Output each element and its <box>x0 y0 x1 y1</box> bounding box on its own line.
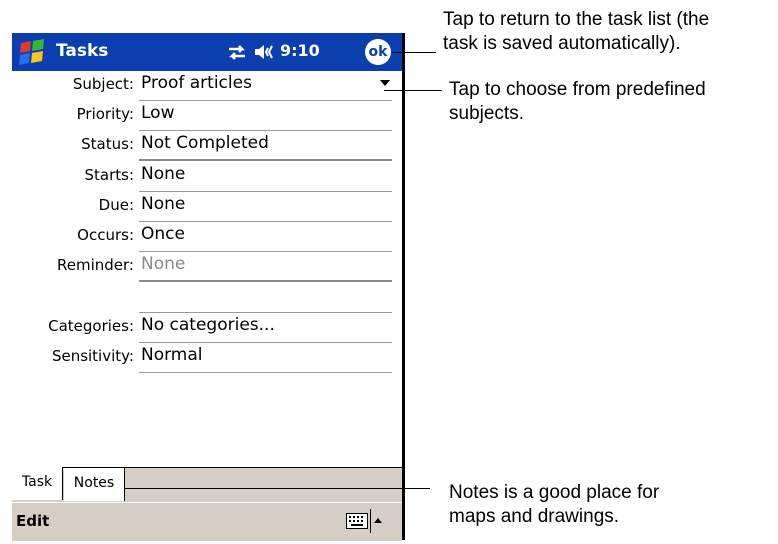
field-status[interactable]: Status: Not Completed <box>12 131 392 161</box>
sip-up-arrow-icon[interactable] <box>374 518 382 523</box>
menu-bar: Edit <box>12 502 402 541</box>
ok-button[interactable]: ok <box>365 39 391 65</box>
field-underline <box>139 280 392 282</box>
field-priority[interactable]: Priority: Low <box>12 101 392 131</box>
device-screen: Tasks 9:10 ok Subject: Proof articles Pr… <box>12 33 405 541</box>
field-label: Starts: <box>84 166 134 184</box>
field-label: Categories: <box>48 317 134 335</box>
starts-value[interactable]: None <box>141 164 185 184</box>
notes-leader-line <box>124 488 430 489</box>
priority-value[interactable]: Low <box>141 103 174 123</box>
callout-line: Notes is a good place for <box>449 482 660 503</box>
tab-strip: Task Notes <box>12 467 402 502</box>
ok-callout: Tap to return to the task list (the task… <box>443 8 709 56</box>
field-reminder[interactable]: Reminder: None <box>12 252 392 282</box>
subject-value[interactable]: Proof articles <box>141 73 252 93</box>
due-value[interactable]: None <box>141 194 185 214</box>
field-label: Reminder: <box>57 256 134 274</box>
subject-leader-line <box>384 90 442 91</box>
field-due[interactable]: Due: None <box>12 192 392 222</box>
reminder-value[interactable]: None <box>141 254 185 274</box>
callout-line: Tap to return to the task list (the <box>443 9 710 30</box>
field-label: Sensitivity: <box>51 347 134 365</box>
subject-dropdown-icon[interactable] <box>380 80 390 86</box>
subject-callout: Tap to choose from predefined subjects. <box>449 78 706 126</box>
field-underline <box>139 159 392 161</box>
field-label: Subject: <box>72 75 134 93</box>
field-categories[interactable]: Categories: No categories... <box>12 313 392 343</box>
sensitivity-value[interactable]: Normal <box>141 345 203 365</box>
edit-menu[interactable]: Edit <box>16 512 49 530</box>
tab-notes[interactable]: Notes <box>64 467 125 501</box>
volume-icon[interactable] <box>253 42 275 62</box>
tab-task[interactable]: Task <box>12 467 63 500</box>
title-bar: Tasks 9:10 ok <box>12 33 402 71</box>
field-underline <box>139 372 392 373</box>
field-sensitivity[interactable]: Sensitivity: Normal <box>12 343 392 373</box>
field-label: Occurs: <box>77 226 134 244</box>
app-title: Tasks <box>56 41 109 61</box>
ok-leader-line <box>392 52 436 53</box>
field-label: Status: <box>81 135 134 153</box>
clock[interactable]: 9:10 <box>280 41 320 60</box>
field-occurs[interactable]: Occurs: Once <box>12 222 392 252</box>
status-value[interactable]: Not Completed <box>141 133 269 153</box>
field-label: Due: <box>98 196 134 214</box>
field-blank <box>12 283 392 313</box>
windows-start-icon[interactable] <box>16 37 50 67</box>
field-label: Priority: <box>76 105 134 123</box>
occurs-value[interactable]: Once <box>141 224 185 244</box>
keyboard-icon[interactable] <box>346 513 368 529</box>
sip-divider <box>370 509 371 533</box>
callout-line: maps and drawings. <box>449 506 620 527</box>
notes-callout: Notes is a good place for maps and drawi… <box>449 481 659 529</box>
callout-line: subjects. <box>449 103 524 124</box>
callout-line: task is saved automatically). <box>443 33 681 54</box>
field-starts[interactable]: Starts: None <box>12 162 392 192</box>
callout-line: Tap to choose from predefined <box>449 79 706 100</box>
categories-value[interactable]: No categories... <box>141 315 275 335</box>
connectivity-icon[interactable] <box>227 42 247 62</box>
field-subject[interactable]: Subject: Proof articles <box>12 71 392 101</box>
